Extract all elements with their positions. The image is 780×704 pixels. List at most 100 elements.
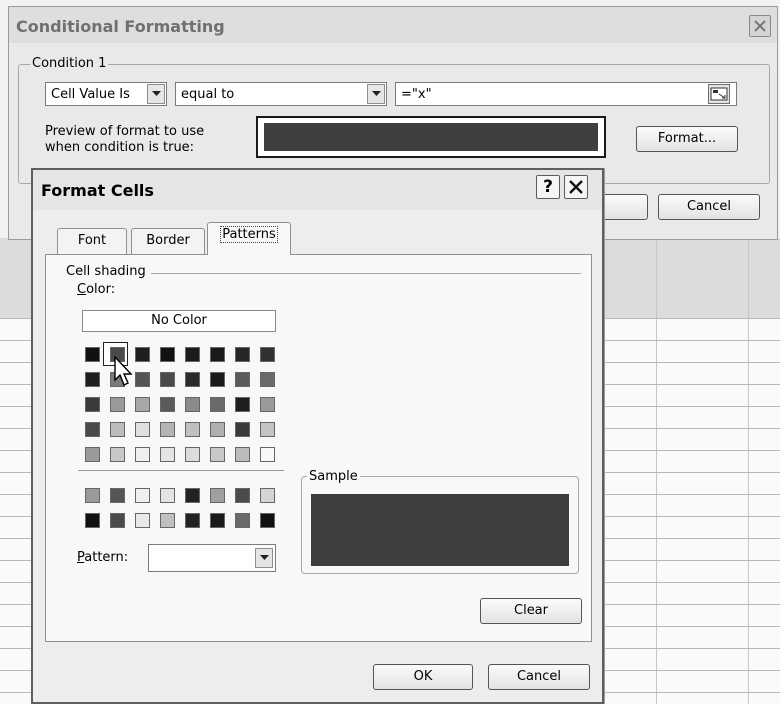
operator-combo-text: equal to	[181, 87, 235, 102]
color-swatch[interactable]	[185, 513, 200, 528]
color-swatch[interactable]	[135, 347, 150, 362]
color-swatch[interactable]	[235, 513, 250, 528]
color-swatch[interactable]	[185, 372, 200, 387]
color-swatch[interactable]	[160, 397, 175, 412]
color-swatch[interactable]	[210, 447, 225, 462]
color-swatch[interactable]	[135, 447, 150, 462]
color-swatch[interactable]	[85, 513, 100, 528]
cancel-button-label: Cancel	[686, 199, 732, 214]
format-cells-title-bar: Format Cells ?	[33, 170, 602, 210]
column-gridline	[656, 238, 657, 704]
color-swatch[interactable]	[260, 488, 275, 503]
ok-button[interactable]: OK	[373, 664, 473, 690]
tab-font[interactable]: Font	[57, 228, 127, 254]
pattern-dropdown[interactable]	[148, 544, 276, 572]
color-swatch[interactable]	[260, 513, 275, 528]
ok-button-label: OK	[413, 669, 433, 684]
color-swatch[interactable]	[260, 422, 275, 437]
color-swatch[interactable]	[110, 397, 125, 412]
color-swatch[interactable]	[260, 347, 275, 362]
color-swatch[interactable]	[235, 488, 250, 503]
clear-button[interactable]: Clear	[480, 598, 582, 624]
preview-fill	[264, 123, 598, 151]
sample-preview	[311, 494, 569, 566]
mouse-pointer-icon	[114, 356, 133, 386]
color-swatch[interactable]	[160, 513, 175, 528]
color-swatch[interactable]	[135, 488, 150, 503]
color-swatch[interactable]	[110, 513, 125, 528]
range-select-button[interactable]	[708, 84, 730, 104]
color-swatch[interactable]	[185, 422, 200, 437]
color-swatch[interactable]	[85, 372, 100, 387]
color-swatch[interactable]	[85, 447, 100, 462]
color-swatch[interactable]	[160, 422, 175, 437]
color-swatch[interactable]	[110, 447, 125, 462]
cancel-button[interactable]: Cancel	[488, 664, 590, 690]
condition-value-field[interactable]: ="x"	[395, 82, 737, 106]
color-swatch[interactable]	[235, 397, 250, 412]
dropdown-button[interactable]	[367, 84, 385, 104]
color-swatch[interactable]	[185, 347, 200, 362]
sample-label: Sample	[307, 469, 360, 484]
color-swatch[interactable]	[85, 397, 100, 412]
color-swatch[interactable]	[160, 347, 175, 362]
color-swatch[interactable]	[235, 372, 250, 387]
color-swatch[interactable]	[260, 397, 275, 412]
close-button[interactable]	[564, 175, 588, 199]
color-swatch[interactable]	[135, 397, 150, 412]
pattern-label: Pattern:	[77, 550, 129, 565]
color-swatch[interactable]	[135, 422, 150, 437]
tab-border-label: Border	[146, 233, 190, 248]
clear-button-label: Clear	[514, 603, 548, 618]
preview-label: Preview of format to use when condition …	[45, 124, 205, 155]
color-swatch[interactable]	[210, 347, 225, 362]
color-swatch[interactable]	[185, 397, 200, 412]
chevron-down-icon	[260, 555, 269, 560]
color-swatch[interactable]	[85, 488, 100, 503]
cancel-button-label: Cancel	[516, 669, 562, 684]
color-swatch[interactable]	[85, 347, 100, 362]
color-swatch[interactable]	[235, 447, 250, 462]
color-swatch[interactable]	[260, 372, 275, 387]
condition-value-text: ="x"	[401, 87, 432, 102]
color-swatch[interactable]	[135, 513, 150, 528]
cancel-button[interactable]: Cancel	[658, 194, 760, 220]
tab-font-label: Font	[77, 233, 107, 248]
cell-value-combo[interactable]: Cell Value Is	[45, 82, 167, 106]
format-preview	[256, 116, 606, 158]
format-button[interactable]: Format...	[636, 126, 738, 152]
color-swatch[interactable]	[160, 488, 175, 503]
color-swatch[interactable]	[135, 372, 150, 387]
tab-patterns[interactable]: Patterns	[207, 222, 291, 255]
close-icon	[754, 20, 766, 32]
operator-combo[interactable]: equal to	[175, 82, 387, 106]
color-swatch[interactable]	[210, 422, 225, 437]
color-swatch[interactable]	[160, 372, 175, 387]
help-button[interactable]: ?	[536, 175, 560, 199]
close-button[interactable]	[749, 15, 771, 37]
dropdown-button[interactable]	[255, 548, 273, 568]
tab-patterns-label: Patterns	[220, 226, 278, 243]
format-cells-title: Format Cells	[41, 181, 154, 200]
palette-divider	[78, 470, 284, 471]
no-color-label: No Color	[151, 313, 207, 328]
color-swatch[interactable]	[160, 447, 175, 462]
color-swatch[interactable]	[110, 488, 125, 503]
no-color-button[interactable]: No Color	[82, 310, 276, 332]
color-swatch[interactable]	[235, 422, 250, 437]
color-swatch[interactable]	[185, 488, 200, 503]
color-swatch[interactable]	[110, 422, 125, 437]
color-swatch[interactable]	[185, 447, 200, 462]
section-divider	[151, 273, 581, 274]
close-icon	[569, 180, 583, 194]
color-swatch[interactable]	[85, 422, 100, 437]
dropdown-button[interactable]	[147, 84, 165, 104]
color-swatch[interactable]	[210, 372, 225, 387]
tab-border[interactable]: Border	[131, 228, 205, 254]
color-swatch[interactable]	[235, 347, 250, 362]
color-swatch[interactable]	[210, 488, 225, 503]
color-swatch[interactable]	[260, 447, 275, 462]
dialog-title-bar: Conditional Formatting	[9, 7, 777, 43]
color-swatch[interactable]	[210, 397, 225, 412]
color-swatch[interactable]	[210, 513, 225, 528]
